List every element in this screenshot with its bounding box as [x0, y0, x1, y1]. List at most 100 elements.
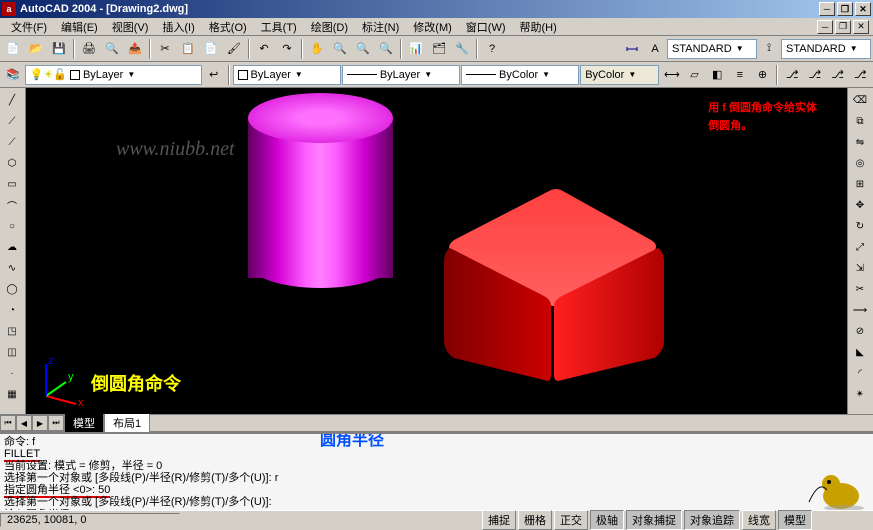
- drawing-viewport[interactable]: www.niubb.net: [26, 88, 847, 414]
- zoom-rt-icon[interactable]: 🔍: [329, 38, 351, 60]
- polygon-icon[interactable]: ⬡: [2, 153, 22, 173]
- preview-icon[interactable]: 🔍: [101, 38, 123, 60]
- new-icon[interactable]: 📄: [2, 38, 24, 60]
- ucs4-icon[interactable]: ⎇: [849, 64, 871, 86]
- open-icon[interactable]: 📂: [25, 38, 47, 60]
- text-style-dropdown[interactable]: STANDARD▼: [667, 39, 757, 59]
- status-otrack[interactable]: 对象追踪: [684, 510, 740, 530]
- explode-icon[interactable]: ✴: [850, 384, 870, 404]
- ellipsearc-icon[interactable]: ◔: [2, 300, 22, 320]
- menu-insert[interactable]: 插入(I): [155, 17, 201, 37]
- layer-prev-icon[interactable]: ↩: [203, 64, 225, 86]
- point-icon[interactable]: ·: [2, 363, 22, 383]
- pline-icon[interactable]: ⟋: [2, 132, 22, 152]
- copy-icon[interactable]: 📋: [177, 38, 199, 60]
- trim-icon[interactable]: ✂: [850, 279, 870, 299]
- status-model[interactable]: 模型: [778, 510, 812, 530]
- hatch-icon[interactable]: ▦: [2, 384, 22, 404]
- status-lwt[interactable]: 线宽: [742, 510, 776, 530]
- ucs-icon[interactable]: ⎇: [781, 64, 803, 86]
- status-snap[interactable]: 捕捉: [482, 510, 516, 530]
- save-icon[interactable]: 💾: [48, 38, 70, 60]
- pan-icon[interactable]: ✋: [306, 38, 328, 60]
- menu-draw[interactable]: 绘图(D): [304, 17, 355, 37]
- copy2-icon[interactable]: ⧉: [850, 111, 870, 131]
- dc-icon[interactable]: 🗂: [428, 38, 450, 60]
- zoom-prev-icon[interactable]: 🔍: [375, 38, 397, 60]
- fillet-icon[interactable]: ◜: [850, 363, 870, 383]
- circle-icon[interactable]: ○: [2, 216, 22, 236]
- layer-dropdown[interactable]: 💡 ☀ 🔓 ByLayer ▼: [25, 65, 202, 85]
- plotstyle-dropdown[interactable]: ByColor▼: [580, 65, 659, 85]
- tp-icon[interactable]: 🔧: [451, 38, 473, 60]
- offset-icon[interactable]: ◎: [850, 153, 870, 173]
- block-icon[interactable]: ◫: [2, 342, 22, 362]
- zoom-win-icon[interactable]: 🔍: [352, 38, 374, 60]
- lineweight-dropdown[interactable]: ByColor▼: [461, 65, 579, 85]
- spline-icon[interactable]: ∿: [2, 258, 22, 278]
- array-icon[interactable]: ⊞: [850, 174, 870, 194]
- help-icon[interactable]: ?: [481, 38, 503, 60]
- menu-dimension[interactable]: 标注(N): [355, 17, 406, 37]
- xline-icon[interactable]: ⟋: [2, 111, 22, 131]
- close-button[interactable]: ✕: [855, 2, 871, 16]
- mirror-icon[interactable]: ⇋: [850, 132, 870, 152]
- tab-last-icon[interactable]: ⏭: [48, 415, 64, 431]
- properties-icon[interactable]: 📊: [405, 38, 427, 60]
- ellipse-icon[interactable]: ◯: [2, 279, 22, 299]
- layer-mgr-icon[interactable]: 📚: [2, 64, 24, 86]
- dim-icon[interactable]: [621, 38, 643, 60]
- id-icon[interactable]: ⊕: [752, 64, 774, 86]
- erase-icon[interactable]: ⌫: [850, 90, 870, 110]
- scale-icon[interactable]: ⤢: [850, 237, 870, 257]
- doc-maximize-button[interactable]: ❐: [835, 20, 851, 34]
- status-ortho[interactable]: 正交: [554, 510, 588, 530]
- region-icon[interactable]: ◧: [706, 64, 728, 86]
- line-icon[interactable]: ╱: [2, 90, 22, 110]
- menu-help[interactable]: 帮助(H): [513, 17, 564, 37]
- tab-layout1[interactable]: 布局1: [104, 413, 150, 433]
- status-grid[interactable]: 栅格: [518, 510, 552, 530]
- ucs3-icon[interactable]: ⎇: [827, 64, 849, 86]
- undo-icon[interactable]: ↶: [253, 38, 275, 60]
- tab-first-icon[interactable]: ⏮: [0, 415, 16, 431]
- move-icon[interactable]: ✥: [850, 195, 870, 215]
- command-window[interactable]: 圆角半径 命令: f FILLET 当前设置: 模式 = 修剪，半径 = 0 选…: [0, 432, 873, 510]
- menu-file[interactable]: 文件(F): [4, 17, 54, 37]
- cut-icon[interactable]: ✂: [154, 38, 176, 60]
- publish-icon[interactable]: 📤: [124, 38, 146, 60]
- linetype-dropdown[interactable]: ByLayer▼: [342, 65, 460, 85]
- color-dropdown[interactable]: ByLayer▼: [233, 65, 341, 85]
- stretch-icon[interactable]: ⇲: [850, 258, 870, 278]
- paste-icon[interactable]: 📄: [200, 38, 222, 60]
- tab-next-icon[interactable]: ▶: [32, 415, 48, 431]
- rect-icon[interactable]: ▭: [2, 174, 22, 194]
- text-icon[interactable]: A: [644, 38, 666, 60]
- menu-format[interactable]: 格式(O): [202, 17, 254, 37]
- tab-model[interactable]: 模型: [64, 413, 104, 433]
- dim-style-dropdown[interactable]: STANDARD▼: [781, 39, 871, 59]
- menu-modify[interactable]: 修改(M): [406, 17, 459, 37]
- chamfer-icon[interactable]: ◣: [850, 342, 870, 362]
- insert-icon[interactable]: ◳: [2, 321, 22, 341]
- dist-icon[interactable]: ⟷: [661, 64, 683, 86]
- revcloud-icon[interactable]: ☁: [2, 237, 22, 257]
- menu-window[interactable]: 窗口(W): [459, 17, 513, 37]
- rotate-icon[interactable]: ↻: [850, 216, 870, 236]
- tab-prev-icon[interactable]: ◀: [16, 415, 32, 431]
- minimize-button[interactable]: ─: [819, 2, 835, 16]
- arc-icon[interactable]: ⌒: [2, 195, 22, 215]
- menu-edit[interactable]: 编辑(E): [54, 17, 105, 37]
- dim-style-icon[interactable]: ⟟: [758, 38, 780, 60]
- match-icon[interactable]: 🖌: [223, 38, 245, 60]
- status-polar[interactable]: 极轴: [590, 510, 624, 530]
- doc-close-button[interactable]: ✕: [853, 20, 869, 34]
- maximize-button[interactable]: ❐: [837, 2, 853, 16]
- menu-view[interactable]: 视图(V): [105, 17, 156, 37]
- status-coords[interactable]: 23625, 10081, 0: [0, 513, 180, 527]
- status-osnap[interactable]: 对象捕捉: [626, 510, 682, 530]
- menu-tools[interactable]: 工具(T): [254, 17, 304, 37]
- print-icon[interactable]: 🖨: [78, 38, 100, 60]
- break-icon[interactable]: ⊘: [850, 321, 870, 341]
- list-icon[interactable]: ≡: [729, 64, 751, 86]
